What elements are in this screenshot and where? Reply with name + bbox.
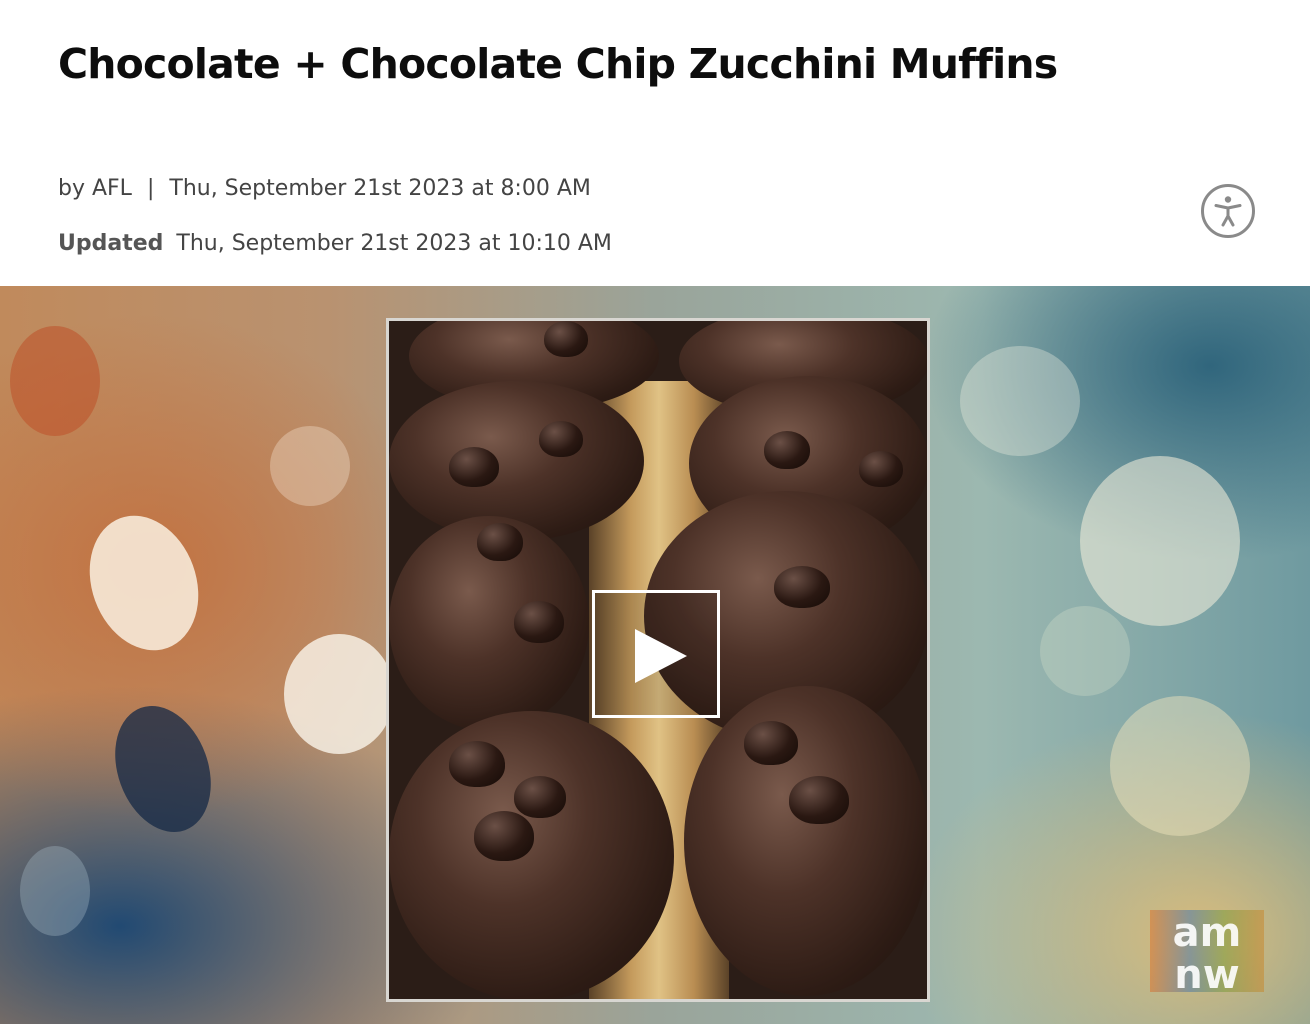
chocolate-chip <box>474 811 534 861</box>
logo-text-am: am <box>1173 910 1242 956</box>
bokeh-light <box>270 426 350 506</box>
article-byline: by AFL | Thu, September 21st 2023 at 8:0… <box>58 176 591 201</box>
amnw-logo: am nw <box>1148 908 1266 998</box>
muffin <box>684 686 927 996</box>
bokeh-light <box>960 346 1080 456</box>
chocolate-chip <box>789 776 849 824</box>
video-player[interactable]: am nw <box>0 286 1310 1024</box>
article-updated: Updated Thu, September 21st 2023 at 10:1… <box>58 231 612 256</box>
bokeh-light <box>1110 696 1250 836</box>
byline-author: by AFL <box>58 176 132 201</box>
chocolate-chip <box>477 523 523 561</box>
chocolate-chip <box>544 321 588 357</box>
chocolate-chip <box>514 776 566 818</box>
chocolate-chip <box>449 447 499 487</box>
updated-label: Updated <box>58 231 164 256</box>
chocolate-chip <box>764 431 810 469</box>
accessibility-button[interactable] <box>1201 184 1255 238</box>
play-icon <box>635 629 687 683</box>
byline-separator: | <box>146 176 155 201</box>
chocolate-chip <box>449 741 505 787</box>
bokeh-light <box>1040 606 1130 696</box>
bokeh-light <box>20 846 90 936</box>
byline-date: Thu, September 21st 2023 at 8:00 AM <box>169 176 591 201</box>
article-header: Chocolate + Chocolate Chip Zucchini Muff… <box>0 0 1310 286</box>
chocolate-chip <box>774 566 830 608</box>
accessibility-icon <box>1214 196 1242 227</box>
chocolate-chip <box>539 421 583 457</box>
chocolate-chip <box>859 451 903 487</box>
logo-text-nw: nw <box>1174 952 1239 994</box>
muffin <box>389 711 674 999</box>
muffin <box>389 381 644 541</box>
bokeh-light <box>1080 456 1240 626</box>
play-button[interactable] <box>592 590 720 718</box>
bokeh-light <box>98 692 228 846</box>
updated-date: Thu, September 21st 2023 at 10:10 AM <box>176 231 612 256</box>
chocolate-chip <box>514 601 564 643</box>
bokeh-light <box>71 500 217 666</box>
chocolate-chip <box>744 721 798 765</box>
article-title: Chocolate + Chocolate Chip Zucchini Muff… <box>58 40 1058 88</box>
bokeh-light <box>284 634 394 754</box>
bokeh-light <box>10 326 100 436</box>
